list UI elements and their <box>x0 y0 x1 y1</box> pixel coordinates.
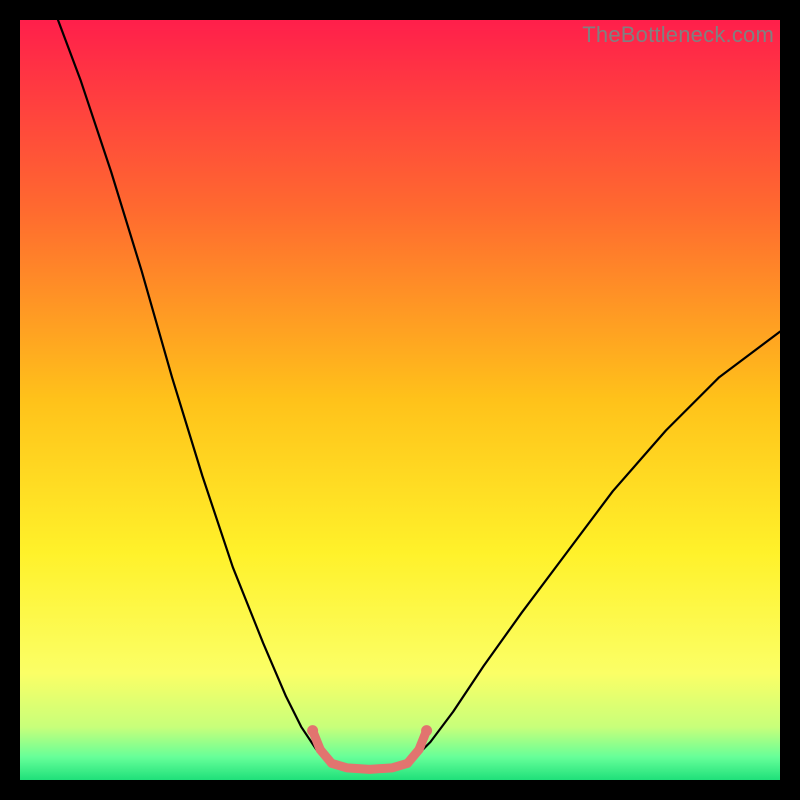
highlight-dot <box>327 759 336 768</box>
highlight-dot <box>403 759 412 768</box>
highlight-dot <box>365 765 374 774</box>
watermark-text: TheBottleneck.com <box>582 22 774 48</box>
chart-frame: TheBottleneck.com <box>20 20 780 780</box>
highlight-end-dot <box>421 725 432 736</box>
highlight-end-dot <box>307 725 318 736</box>
highlight-dot <box>415 745 424 754</box>
highlight-dot <box>316 745 325 754</box>
bottleneck-chart <box>20 20 780 780</box>
gradient-bg <box>20 20 780 780</box>
